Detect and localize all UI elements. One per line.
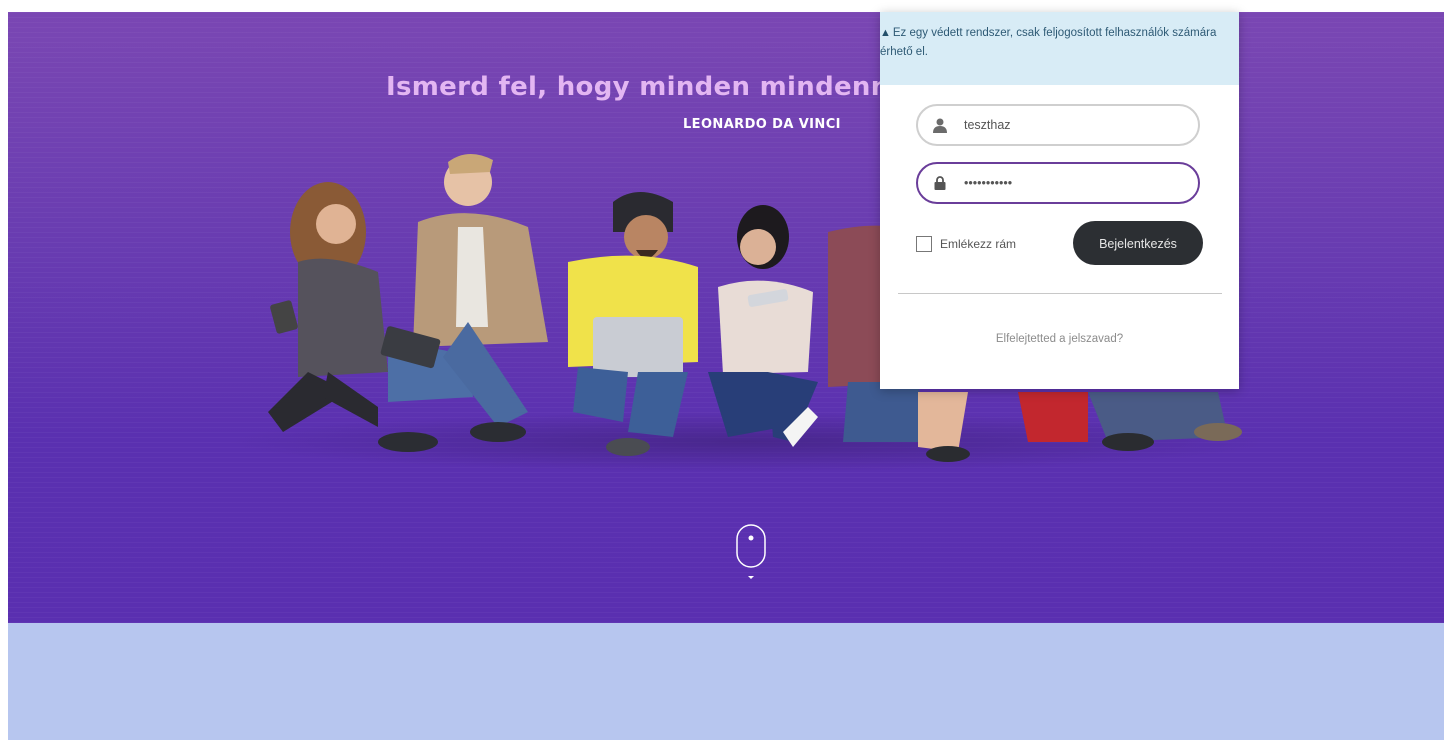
forgot-password-link[interactable]: Elfelejtetted a jelszavad? [880,333,1239,345]
username-input[interactable] [962,117,1186,133]
person-1 [268,182,388,432]
login-button[interactable]: Bejelentkezés [1073,221,1203,265]
security-alert: ▲ Ez egy védett rendszer, csak feljogosít… [880,12,1239,85]
footer-band [8,623,1444,740]
remember-me-label: Emlékezz rám [940,237,1017,251]
login-card: ▲ Ez egy védett rendszer, csak feljogosít… [880,12,1239,389]
remember-me-checkbox[interactable] [916,236,932,252]
person-4 [708,205,818,447]
password-field[interactable] [916,162,1200,204]
username-field[interactable] [916,104,1200,146]
warning-icon: ▲ [880,27,891,39]
person-2 [378,153,548,452]
hero-quote-author: LEONARDO DA VINCI [683,117,841,132]
divider [898,293,1222,294]
page-frame: Ismerd fel, hogy minden mindennel k LEON… [8,12,1444,740]
user-icon [930,118,950,133]
hero-quote: Ismerd fel, hogy minden mindennel k [386,72,944,102]
lock-icon [930,176,950,190]
remember-me[interactable]: Emlékezz rám [916,236,1016,252]
scroll-down-icon[interactable] [736,524,766,580]
password-input[interactable] [962,175,1186,191]
security-alert-text: Ez egy védett rendszer, csak feljogosíto… [880,27,1217,58]
